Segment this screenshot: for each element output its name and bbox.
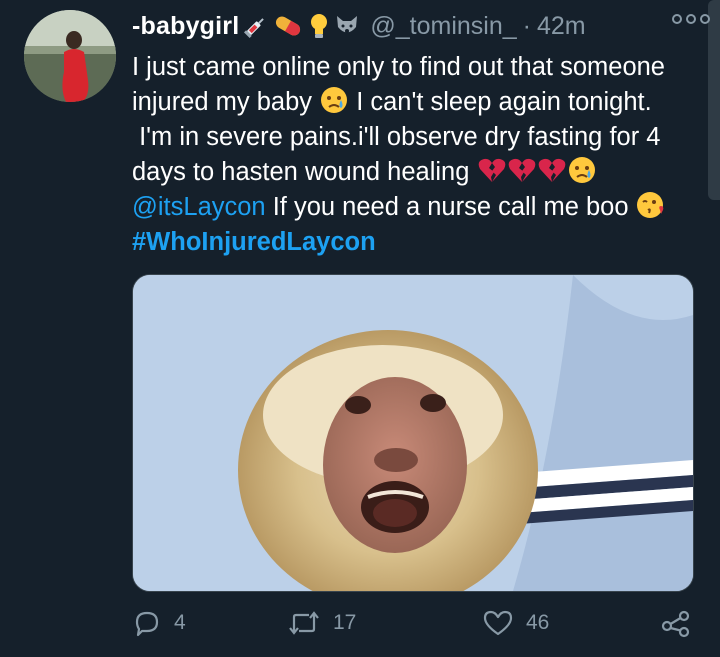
broken-heart-icon: [478, 158, 505, 182]
broken-heart-icon: [508, 158, 535, 182]
face-blowing-kiss-icon: [636, 192, 663, 218]
tweet-header: -babygirl @_tominsin_ · 42m: [132, 8, 690, 44]
display-name[interactable]: -babygirl: [132, 12, 239, 41]
tweet-line: I just came online only to find out that…: [132, 53, 665, 81]
broken-heart-icon: [538, 158, 565, 182]
like-count: 46: [526, 611, 550, 634]
mention-link[interactable]: @itsLaycon: [132, 193, 266, 221]
author-handle[interactable]: @_tominsin_: [370, 12, 516, 41]
heart-icon: [483, 610, 513, 636]
retweet-icon: [289, 611, 319, 635]
lightbulb-icon: [311, 14, 328, 38]
scrollbar-thumb[interactable]: [708, 0, 720, 200]
tweet-line: days to hasten wound healing: [132, 158, 470, 186]
tweet: -babygirl @_tominsin_ · 42m I just came …: [0, 0, 720, 657]
avatar-photo: [24, 10, 116, 102]
timestamp[interactable]: 42m: [537, 12, 586, 41]
crying-face-icon: [568, 157, 595, 183]
pill-icon: [276, 16, 301, 36]
retweet-button[interactable]: 17: [287, 608, 356, 638]
tweet-line: injured my baby: [132, 88, 313, 116]
more-options-icon[interactable]: [672, 14, 710, 24]
hashtag-link[interactable]: #WhoInjuredLaycon: [132, 228, 376, 256]
tweet-line: If you need a nurse call me boo: [265, 193, 629, 221]
monkey-photo: [133, 275, 693, 591]
share-icon: [661, 610, 690, 638]
crying-face-icon: [321, 87, 348, 113]
reply-count: 4: [174, 611, 186, 634]
share-button[interactable]: [660, 608, 692, 638]
reply-button[interactable]: 4: [132, 608, 186, 638]
separator-dot: ·: [522, 11, 531, 40]
retweet-count: 17: [333, 611, 357, 634]
syringe-icon: [244, 18, 265, 39]
tweet-text: I just came online only to find out that…: [132, 50, 702, 260]
avatar[interactable]: [24, 10, 116, 102]
tweet-line: I can't sleep again tonight.: [349, 88, 652, 116]
tweet-actions: 4 17 46: [132, 608, 692, 648]
wolf-face-icon: [337, 16, 358, 33]
tweet-line: I'm in severe pains.i'll observe dry fas…: [132, 123, 661, 151]
reply-icon: [135, 611, 159, 637]
name-emojis: [243, 12, 360, 40]
like-button[interactable]: 46: [482, 608, 549, 638]
tweet-media-image[interactable]: [132, 274, 694, 592]
